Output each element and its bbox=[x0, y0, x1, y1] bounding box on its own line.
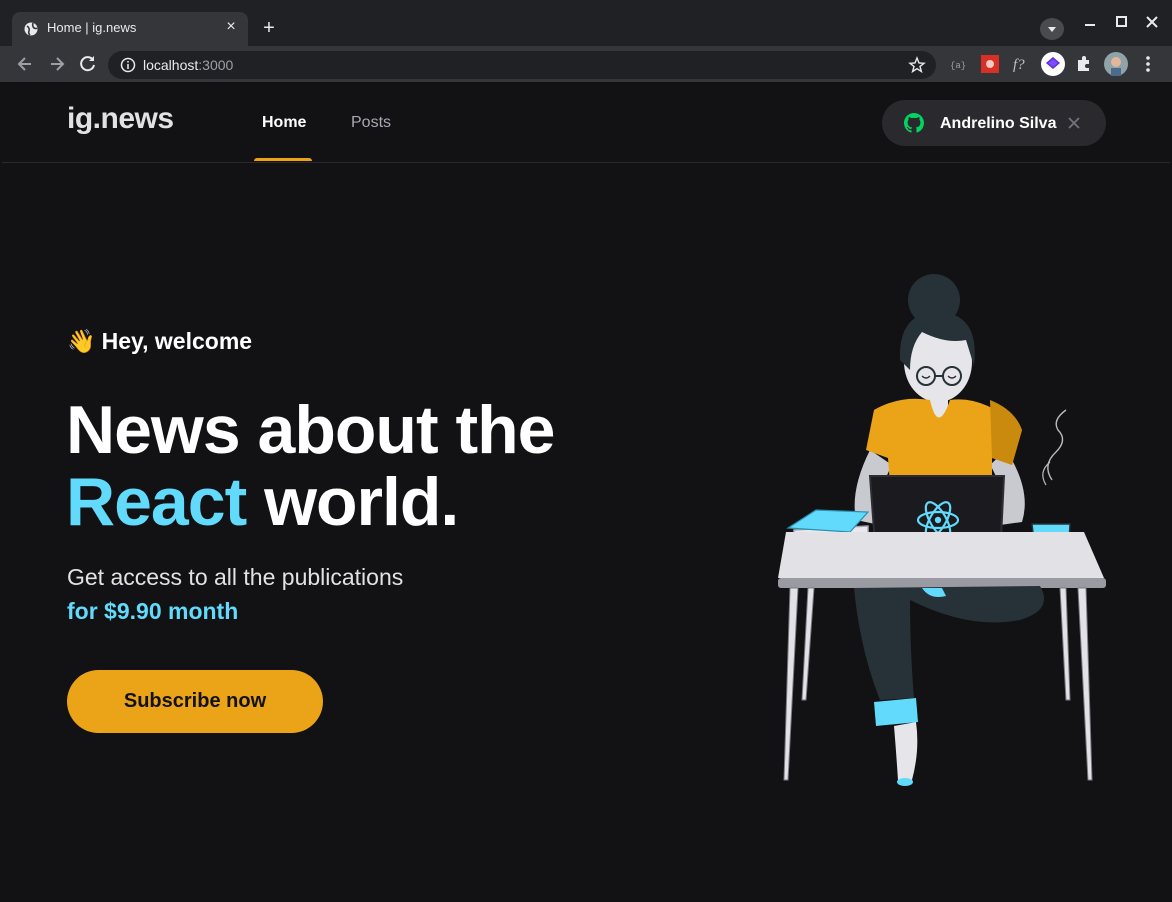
svg-text:f?: f? bbox=[1013, 57, 1025, 73]
font-extension-icon[interactable]: f? bbox=[1011, 54, 1031, 74]
red-extension-icon[interactable] bbox=[980, 54, 1000, 74]
nav-active-indicator bbox=[254, 158, 312, 161]
menu-kebab-icon[interactable] bbox=[1138, 54, 1158, 74]
address-bar[interactable]: localhost:3000 bbox=[108, 51, 936, 79]
bookmark-star-icon[interactable] bbox=[908, 56, 926, 79]
price-text: for $9.90 month bbox=[67, 598, 239, 624]
info-icon[interactable] bbox=[120, 57, 136, 78]
browser-tab-strip: Home | ig.news × + bbox=[0, 0, 1172, 46]
minimize-icon[interactable] bbox=[1082, 14, 1098, 35]
layers-extension-icon[interactable] bbox=[1041, 52, 1065, 76]
waving-hand-icon: 👋 bbox=[67, 328, 96, 354]
maximize-icon[interactable] bbox=[1113, 14, 1129, 35]
browser-tab[interactable]: Home | ig.news × bbox=[12, 12, 248, 46]
forward-icon[interactable] bbox=[47, 54, 67, 74]
reload-icon[interactable] bbox=[78, 54, 98, 74]
tab-search-button[interactable] bbox=[1040, 18, 1064, 40]
tab-title: Home | ig.news bbox=[47, 20, 137, 35]
woman-coding-illustration bbox=[778, 274, 1106, 786]
subscribe-button[interactable]: Subscribe now bbox=[67, 670, 323, 733]
signout-close-icon[interactable] bbox=[1065, 114, 1083, 137]
browser-toolbar: localhost:3000 {a} f? bbox=[0, 46, 1172, 82]
nav-posts[interactable]: Posts bbox=[351, 114, 391, 132]
site-logo[interactable]: ig.news bbox=[67, 102, 174, 136]
welcome-text: 👋 Hey, welcome bbox=[67, 328, 253, 354]
site-header: ig.news Home Posts Andrelino Silva bbox=[2, 82, 1170, 163]
nav-home[interactable]: Home bbox=[262, 114, 306, 132]
close-window-icon[interactable] bbox=[1144, 14, 1160, 35]
hero-subtitle: Get access to all the publications bbox=[67, 564, 404, 590]
svg-text:{a}: {a} bbox=[950, 61, 966, 71]
url-text: localhost:3000 bbox=[143, 57, 234, 73]
hero-headline: News about the React world. bbox=[66, 392, 555, 540]
github-icon bbox=[904, 113, 924, 138]
headline-accent: React bbox=[66, 464, 247, 540]
new-tab-button[interactable]: + bbox=[258, 18, 280, 40]
profile-avatar[interactable] bbox=[1104, 52, 1128, 76]
github-signin-button[interactable]: Andrelino Silva bbox=[882, 100, 1106, 146]
json-viewer-extension-icon[interactable]: {a} bbox=[948, 54, 968, 74]
close-tab-icon[interactable]: × bbox=[222, 18, 240, 36]
puzzle-extensions-icon[interactable] bbox=[1074, 54, 1094, 74]
back-icon[interactable] bbox=[15, 54, 35, 74]
globe-icon bbox=[24, 22, 38, 41]
user-name: Andrelino Silva bbox=[940, 115, 1057, 132]
